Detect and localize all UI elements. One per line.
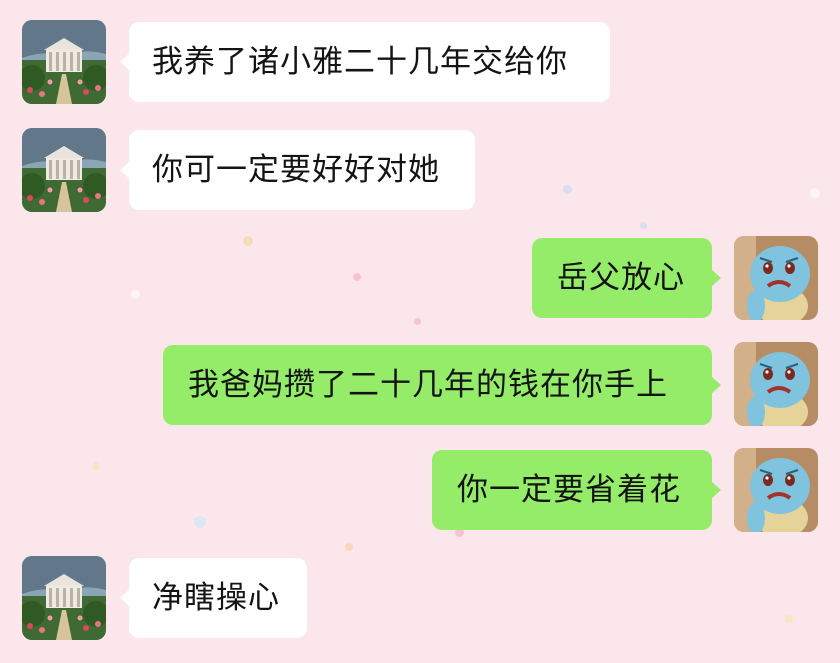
- temple-garden-avatar[interactable]: [22, 20, 106, 104]
- confetti-dot: [563, 185, 572, 194]
- message-text: 岳父放心: [557, 260, 685, 296]
- confetti-dot: [243, 236, 253, 246]
- temple-garden-avatar[interactable]: [22, 556, 106, 640]
- confetti-dot: [92, 462, 100, 470]
- confetti-dot: [810, 188, 820, 198]
- message-text: 我养了诸小雅二十几年交给你: [152, 44, 568, 80]
- confetti-dot: [194, 516, 206, 528]
- message-text: 我爸妈攒了二十几年的钱在你手上: [188, 367, 668, 403]
- message-bubble[interactable]: 我爸妈攒了二十几年的钱在你手上: [163, 345, 721, 425]
- confetti-dot: [640, 222, 647, 229]
- squirtle-avatar[interactable]: [734, 342, 818, 426]
- squirtle-avatar[interactable]: [734, 448, 818, 532]
- squirtle-avatar[interactable]: [734, 236, 818, 320]
- message-bubble[interactable]: 你可一定要好好对她: [120, 130, 475, 210]
- temple-garden-avatar[interactable]: [22, 128, 106, 212]
- message-bubble[interactable]: 我养了诸小雅二十几年交给你: [120, 22, 610, 102]
- confetti-dot: [345, 543, 353, 551]
- message-bubble[interactable]: 净瞎操心: [120, 558, 307, 638]
- message-text: 你一定要省着花: [457, 472, 681, 508]
- confetti-dot: [414, 318, 421, 325]
- message-text: 你可一定要好好对她: [152, 152, 440, 188]
- message-bubble[interactable]: 你一定要省着花: [432, 450, 721, 530]
- message-text: 净瞎操心: [152, 580, 280, 616]
- message-bubble[interactable]: 岳父放心: [532, 238, 721, 318]
- confetti-dot: [353, 273, 361, 281]
- confetti-dot: [131, 290, 140, 299]
- confetti-dot: [785, 615, 793, 623]
